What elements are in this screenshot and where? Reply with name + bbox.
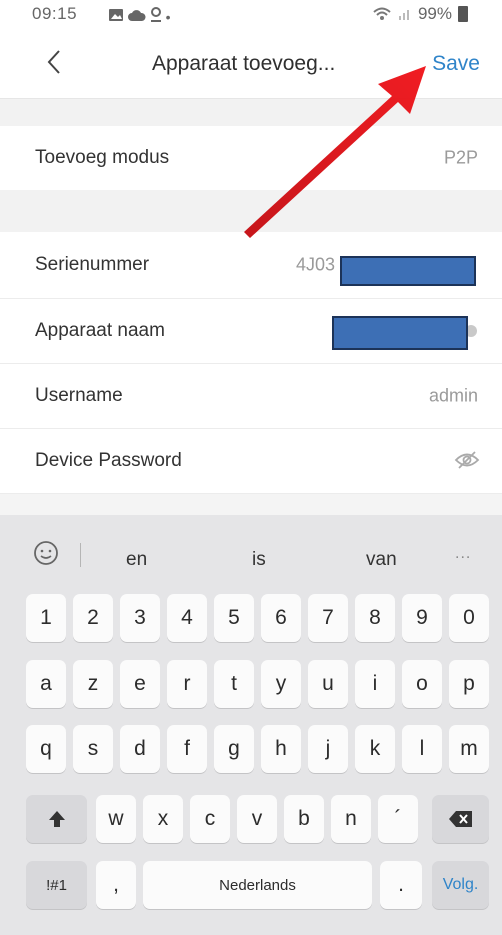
suggestion-2[interactable]: is — [252, 549, 266, 571]
key-acute[interactable]: ´ — [378, 795, 418, 843]
key-h[interactable]: h — [261, 725, 301, 773]
key-i[interactable]: i — [355, 660, 395, 708]
key-m[interactable]: m — [449, 725, 489, 773]
device-name-label: Apparaat naam — [35, 320, 165, 341]
symbols-key[interactable]: !#1 — [26, 861, 87, 909]
add-mode-label: Toevoeg modus — [35, 147, 170, 168]
key-w[interactable]: w — [96, 795, 136, 843]
redaction-box — [340, 256, 476, 286]
battery-percent: 99% — [417, 4, 452, 23]
key-l[interactable]: l — [402, 725, 442, 773]
key-e[interactable]: e — [120, 660, 160, 708]
suggestion-divider — [80, 543, 81, 567]
period-key[interactable]: . — [380, 861, 422, 909]
shift-arrow-icon — [48, 811, 65, 827]
device-name-row[interactable]: Apparaat naam — [0, 299, 502, 364]
emoji-refresh-icon[interactable] — [32, 539, 60, 567]
key-n[interactable]: n — [331, 795, 371, 843]
key-b[interactable]: b — [284, 795, 324, 843]
dot-icon: • — [165, 9, 171, 25]
next-key[interactable]: Volg. — [432, 861, 489, 909]
key-q[interactable]: q — [26, 725, 66, 773]
section-divider — [0, 190, 502, 232]
key-6[interactable]: 6 — [261, 594, 301, 642]
key-o[interactable]: o — [402, 660, 442, 708]
suggestion-bar: en is van ... — [0, 515, 502, 585]
space-key[interactable]: Nederlands — [143, 861, 372, 909]
app-header: Apparaat toevoeg... Save — [0, 28, 502, 99]
shift-key[interactable] — [26, 795, 87, 843]
hide-password-eye-icon[interactable] — [454, 449, 480, 471]
comma-key[interactable]: , — [96, 861, 136, 909]
key-k[interactable]: k — [355, 725, 395, 773]
key-x[interactable]: x — [143, 795, 183, 843]
wifi-icon — [373, 7, 391, 20]
key-g[interactable]: g — [214, 725, 254, 773]
key-j[interactable]: j — [308, 725, 348, 773]
key-y[interactable]: y — [261, 660, 301, 708]
status-system-icons: 99% — [372, 4, 468, 24]
key-s[interactable]: s — [73, 725, 113, 773]
serial-number-row[interactable]: Serienummer 4J03 5 — [0, 232, 502, 299]
key-v[interactable]: v — [237, 795, 277, 843]
page-title: Apparaat toevoeg... — [152, 52, 336, 75]
key-4[interactable]: 4 — [167, 594, 207, 642]
key-c[interactable]: c — [190, 795, 230, 843]
key-3[interactable]: 3 — [120, 594, 160, 642]
save-button[interactable]: Save — [432, 52, 480, 76]
key-1[interactable]: 1 — [26, 594, 66, 642]
status-notification-icons: • — [108, 6, 171, 25]
cloud-icon — [127, 10, 146, 21]
backspace-icon — [448, 811, 472, 827]
key-f[interactable]: f — [167, 725, 207, 773]
status-time: 09:15 — [32, 4, 78, 23]
location-icon — [150, 7, 161, 22]
key-5[interactable]: 5 — [214, 594, 254, 642]
key-p[interactable]: p — [449, 660, 489, 708]
more-options-icon[interactable]: ... — [455, 545, 471, 563]
add-mode-row[interactable]: Toevoeg modus P2P — [0, 126, 502, 191]
username-label: Username — [35, 385, 123, 406]
device-password-label: Device Password — [35, 450, 182, 471]
gallery-icon — [109, 9, 123, 21]
status-bar: 09:15 • 99% — [0, 0, 502, 28]
key-8[interactable]: 8 — [355, 594, 395, 642]
key-u[interactable]: u — [308, 660, 348, 708]
backspace-key[interactable] — [432, 795, 489, 843]
battery-icon — [458, 6, 468, 22]
key-0[interactable]: 0 — [449, 594, 489, 642]
username-value[interactable]: admin — [429, 386, 478, 407]
suggestion-3[interactable]: van — [366, 549, 397, 571]
key-t[interactable]: t — [214, 660, 254, 708]
key-z[interactable]: z — [73, 660, 113, 708]
username-row[interactable]: Username admin — [0, 364, 502, 429]
serial-number-label: Serienummer — [35, 254, 150, 275]
key-d[interactable]: d — [120, 725, 160, 773]
suggestion-1[interactable]: en — [126, 549, 147, 571]
key-r[interactable]: r — [167, 660, 207, 708]
signal-icon — [398, 10, 409, 20]
key-9[interactable]: 9 — [402, 594, 442, 642]
device-password-row[interactable]: Device Password — [0, 429, 502, 494]
key-2[interactable]: 2 — [73, 594, 113, 642]
add-mode-value: P2P — [443, 147, 478, 168]
on-screen-keyboard: en is van ... 1 2 3 4 5 6 7 8 9 0 a z e … — [0, 515, 502, 935]
serial-number-value[interactable]: 4J03 — [296, 255, 335, 276]
back-arrow-icon[interactable] — [44, 48, 64, 76]
key-a[interactable]: a — [26, 660, 66, 708]
key-7[interactable]: 7 — [308, 594, 348, 642]
redaction-box — [332, 316, 468, 350]
section-divider — [0, 99, 502, 126]
